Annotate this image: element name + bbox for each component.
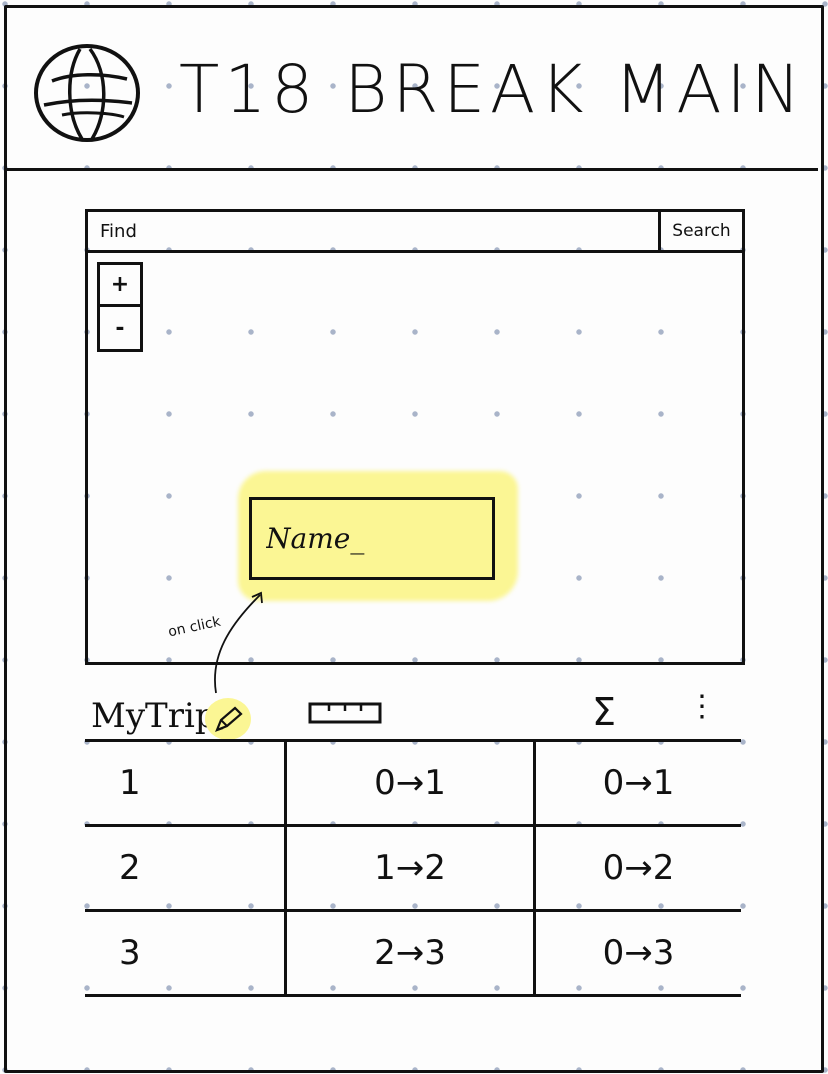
map-search-bar: Search [88,212,742,253]
trip-legs-table: 1 0→1 0→1 2 1→2 0→2 3 2→3 0→3 [85,739,741,997]
distance-button[interactable] [307,700,385,726]
on-click-arrow [214,591,263,694]
find-input[interactable] [88,212,656,250]
search-button[interactable]: Search [658,212,742,250]
app-header: T18 BREAK MAIN [4,5,818,171]
zoom-in-button[interactable]: + [100,265,140,307]
cumulative-distance-cell: 0→3 [534,909,741,997]
leg-distance-cell: 2→3 [284,909,536,997]
edit-trip-button[interactable] [205,698,251,740]
total-sum-button[interactable]: Σ [579,690,629,734]
cumulative-distance-cell: 0→1 [534,739,741,827]
app-title: T18 BREAK MAIN [179,51,806,128]
place-number-cell: 2 [85,824,286,912]
leg-distance-cell: 0→1 [284,739,536,827]
zoom-controls: + - [97,262,143,352]
leg-distance-cell: 1→2 [284,824,536,912]
cumulative-distance-cell: 0→2 [534,824,741,912]
trip-toolbar: MyTrip Σ ⋮ [85,690,745,740]
table-row[interactable]: 3 2→3 0→3 [85,909,741,997]
globe-icon [34,44,140,142]
ruler-icon [308,702,382,724]
place-number-cell: 1 [85,739,286,827]
more-options-button[interactable]: ⋮ [687,682,717,732]
table-row[interactable]: 1 0→1 0→1 [85,739,741,827]
map-panel[interactable]: Search + - [85,209,745,665]
place-name-input[interactable] [252,500,492,577]
table-row[interactable]: 2 1→2 0→2 [85,824,741,912]
name-popup [249,497,495,580]
zoom-out-button[interactable]: - [100,307,140,349]
pencil-icon [215,706,243,732]
place-number-cell: 3 [85,909,286,997]
trip-title: MyTrip [91,696,217,736]
